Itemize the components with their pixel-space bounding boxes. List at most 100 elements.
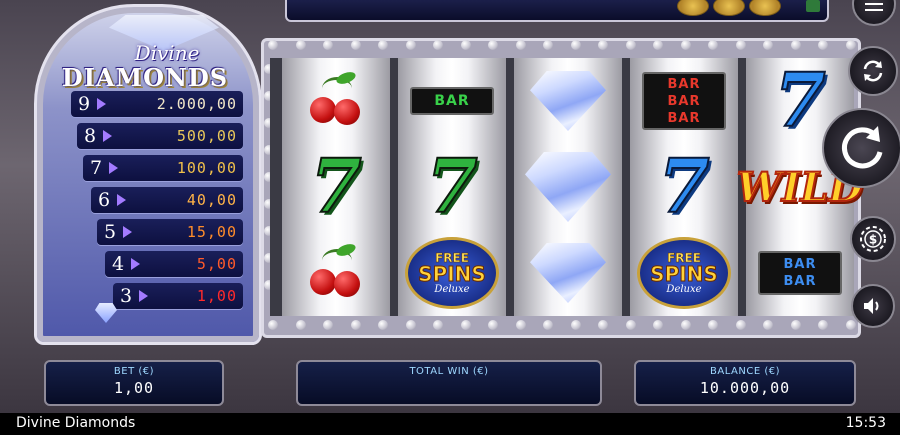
light-bulb	[378, 40, 388, 50]
deluxe-text: Deluxe	[666, 283, 702, 295]
light-bulb	[515, 40, 526, 50]
seven-blue-icon: 7	[773, 58, 826, 144]
paytable-count: 9	[77, 93, 91, 115]
light-bulb	[378, 320, 388, 330]
paytable-count: 4	[111, 253, 125, 275]
light-bulb	[405, 320, 416, 330]
reel-window: 7 BAR 7 FREE SPINS Deluxe BAR BAR BAR 7 FREE SPINS D…	[270, 58, 864, 316]
coin-icon	[713, 0, 745, 16]
paytable-row: 8 500,00	[77, 123, 243, 149]
light-bulb	[570, 40, 581, 50]
light-bulb	[295, 40, 306, 50]
diamond-icon	[95, 303, 117, 323]
coin-icon	[677, 0, 709, 16]
free-spins-symbol: FREE SPINS Deluxe	[405, 237, 499, 309]
light-bulb	[460, 40, 471, 50]
paytable-count: 7	[89, 157, 103, 179]
reel-cell: FREE SPINS Deluxe	[398, 230, 506, 316]
light-bulb	[350, 40, 361, 50]
top-coins	[677, 0, 781, 16]
top-indicator	[806, 0, 820, 12]
reel-cell: BAR	[398, 58, 506, 144]
arrow-icon	[139, 290, 148, 302]
light-bulb	[488, 40, 498, 50]
paytable-row: 4 5,00	[105, 251, 243, 277]
balance-label: BALANCE (€)	[710, 366, 780, 377]
light-bulb	[488, 320, 498, 330]
paytable-panel: Divine DIAMONDS 9 2.000,00 8 500,00 7 100,00 6…	[34, 4, 262, 345]
arrow-icon	[109, 162, 118, 174]
svg-text:$: $	[869, 233, 877, 247]
reel-cell: FREE SPINS Deluxe	[630, 230, 738, 316]
spins-text: SPINS	[418, 261, 487, 286]
balance-panel: BALANCE (€) 10.000,00	[634, 360, 856, 406]
game-title: Divine Diamonds	[16, 415, 136, 431]
reel	[514, 58, 622, 316]
arrow-icon	[123, 226, 132, 238]
light-bulb	[653, 320, 663, 330]
bet-panel[interactable]: BET (€) 1,00	[44, 360, 224, 406]
seven-green-icon: 7	[425, 144, 478, 230]
light-bulb	[515, 320, 526, 330]
light-bulb	[323, 320, 333, 330]
light-bulb	[763, 320, 773, 330]
diamond-icon	[530, 243, 606, 303]
reel: BAR 7 FREE SPINS Deluxe	[398, 58, 506, 316]
autoplay-icon	[860, 58, 886, 84]
spin-button[interactable]	[822, 108, 900, 188]
paytable-payout: 100,00	[176, 159, 237, 177]
bet-button[interactable]: $	[850, 216, 896, 262]
paytable-payout: 5,00	[196, 255, 237, 273]
jackpot-bar	[285, 0, 829, 22]
menu-button[interactable]	[852, 0, 896, 26]
paytable-row: 3 1,00	[113, 283, 243, 309]
paytable-payout: 15,00	[186, 223, 237, 241]
logo-diamonds: DIAMONDS	[61, 63, 229, 92]
light-bulb	[268, 320, 278, 330]
total-win-label: TOTAL WIN (€)	[409, 366, 489, 377]
double-bar-symbol: BAR BAR	[758, 251, 842, 295]
light-bulb	[460, 320, 471, 330]
arrow-icon	[103, 130, 112, 142]
light-bulb	[598, 40, 608, 50]
light-bulb	[735, 320, 746, 330]
bet-label: BET (€)	[113, 366, 155, 377]
spins-text: SPINS	[650, 261, 719, 286]
bar-text: BAR	[434, 93, 470, 109]
light-bulb	[653, 40, 663, 50]
light-bulb	[598, 320, 608, 330]
light-bulb	[543, 320, 553, 330]
paytable-payout: 2.000,00	[156, 95, 237, 113]
bet-value: 1,00	[113, 379, 155, 397]
reel-cell: 7	[630, 144, 738, 230]
bar-text: BAR	[783, 274, 817, 289]
spin-icon	[836, 122, 888, 174]
balance-value: 10.000,00	[699, 379, 791, 397]
paytable-row: 7 100,00	[83, 155, 243, 181]
triple-bar-symbol: BAR BAR BAR	[642, 72, 726, 130]
reel: BAR BAR BAR 7 FREE SPINS Deluxe	[630, 58, 738, 316]
reel-cell	[282, 58, 390, 144]
reel-cell: 7	[398, 144, 506, 230]
reel-cell	[514, 230, 622, 316]
reel: 7 WILD BAR BAR	[736, 58, 864, 316]
diamond-icon	[525, 152, 611, 222]
light-bulb	[323, 40, 333, 50]
light-bulb	[790, 40, 801, 50]
autoplay-button[interactable]	[848, 46, 898, 96]
light-bulb	[433, 320, 443, 330]
bar-text: BAR	[667, 93, 701, 109]
light-bulb	[790, 320, 801, 330]
seven-green-icon: 7	[309, 144, 362, 230]
paytable-row: 6 40,00	[91, 187, 243, 213]
reel-cell	[514, 58, 622, 144]
reel-cell: BAR BAR BAR	[630, 58, 738, 144]
seven-blue-icon: 7	[657, 144, 710, 230]
light-bulb	[625, 320, 636, 330]
light-bulb	[268, 40, 278, 50]
sound-button[interactable]	[851, 284, 895, 328]
light-bulb	[680, 40, 691, 50]
reel: 7	[282, 58, 390, 316]
bar-text: BAR	[667, 76, 701, 92]
paytable-row: 9 2.000,00	[71, 91, 243, 117]
